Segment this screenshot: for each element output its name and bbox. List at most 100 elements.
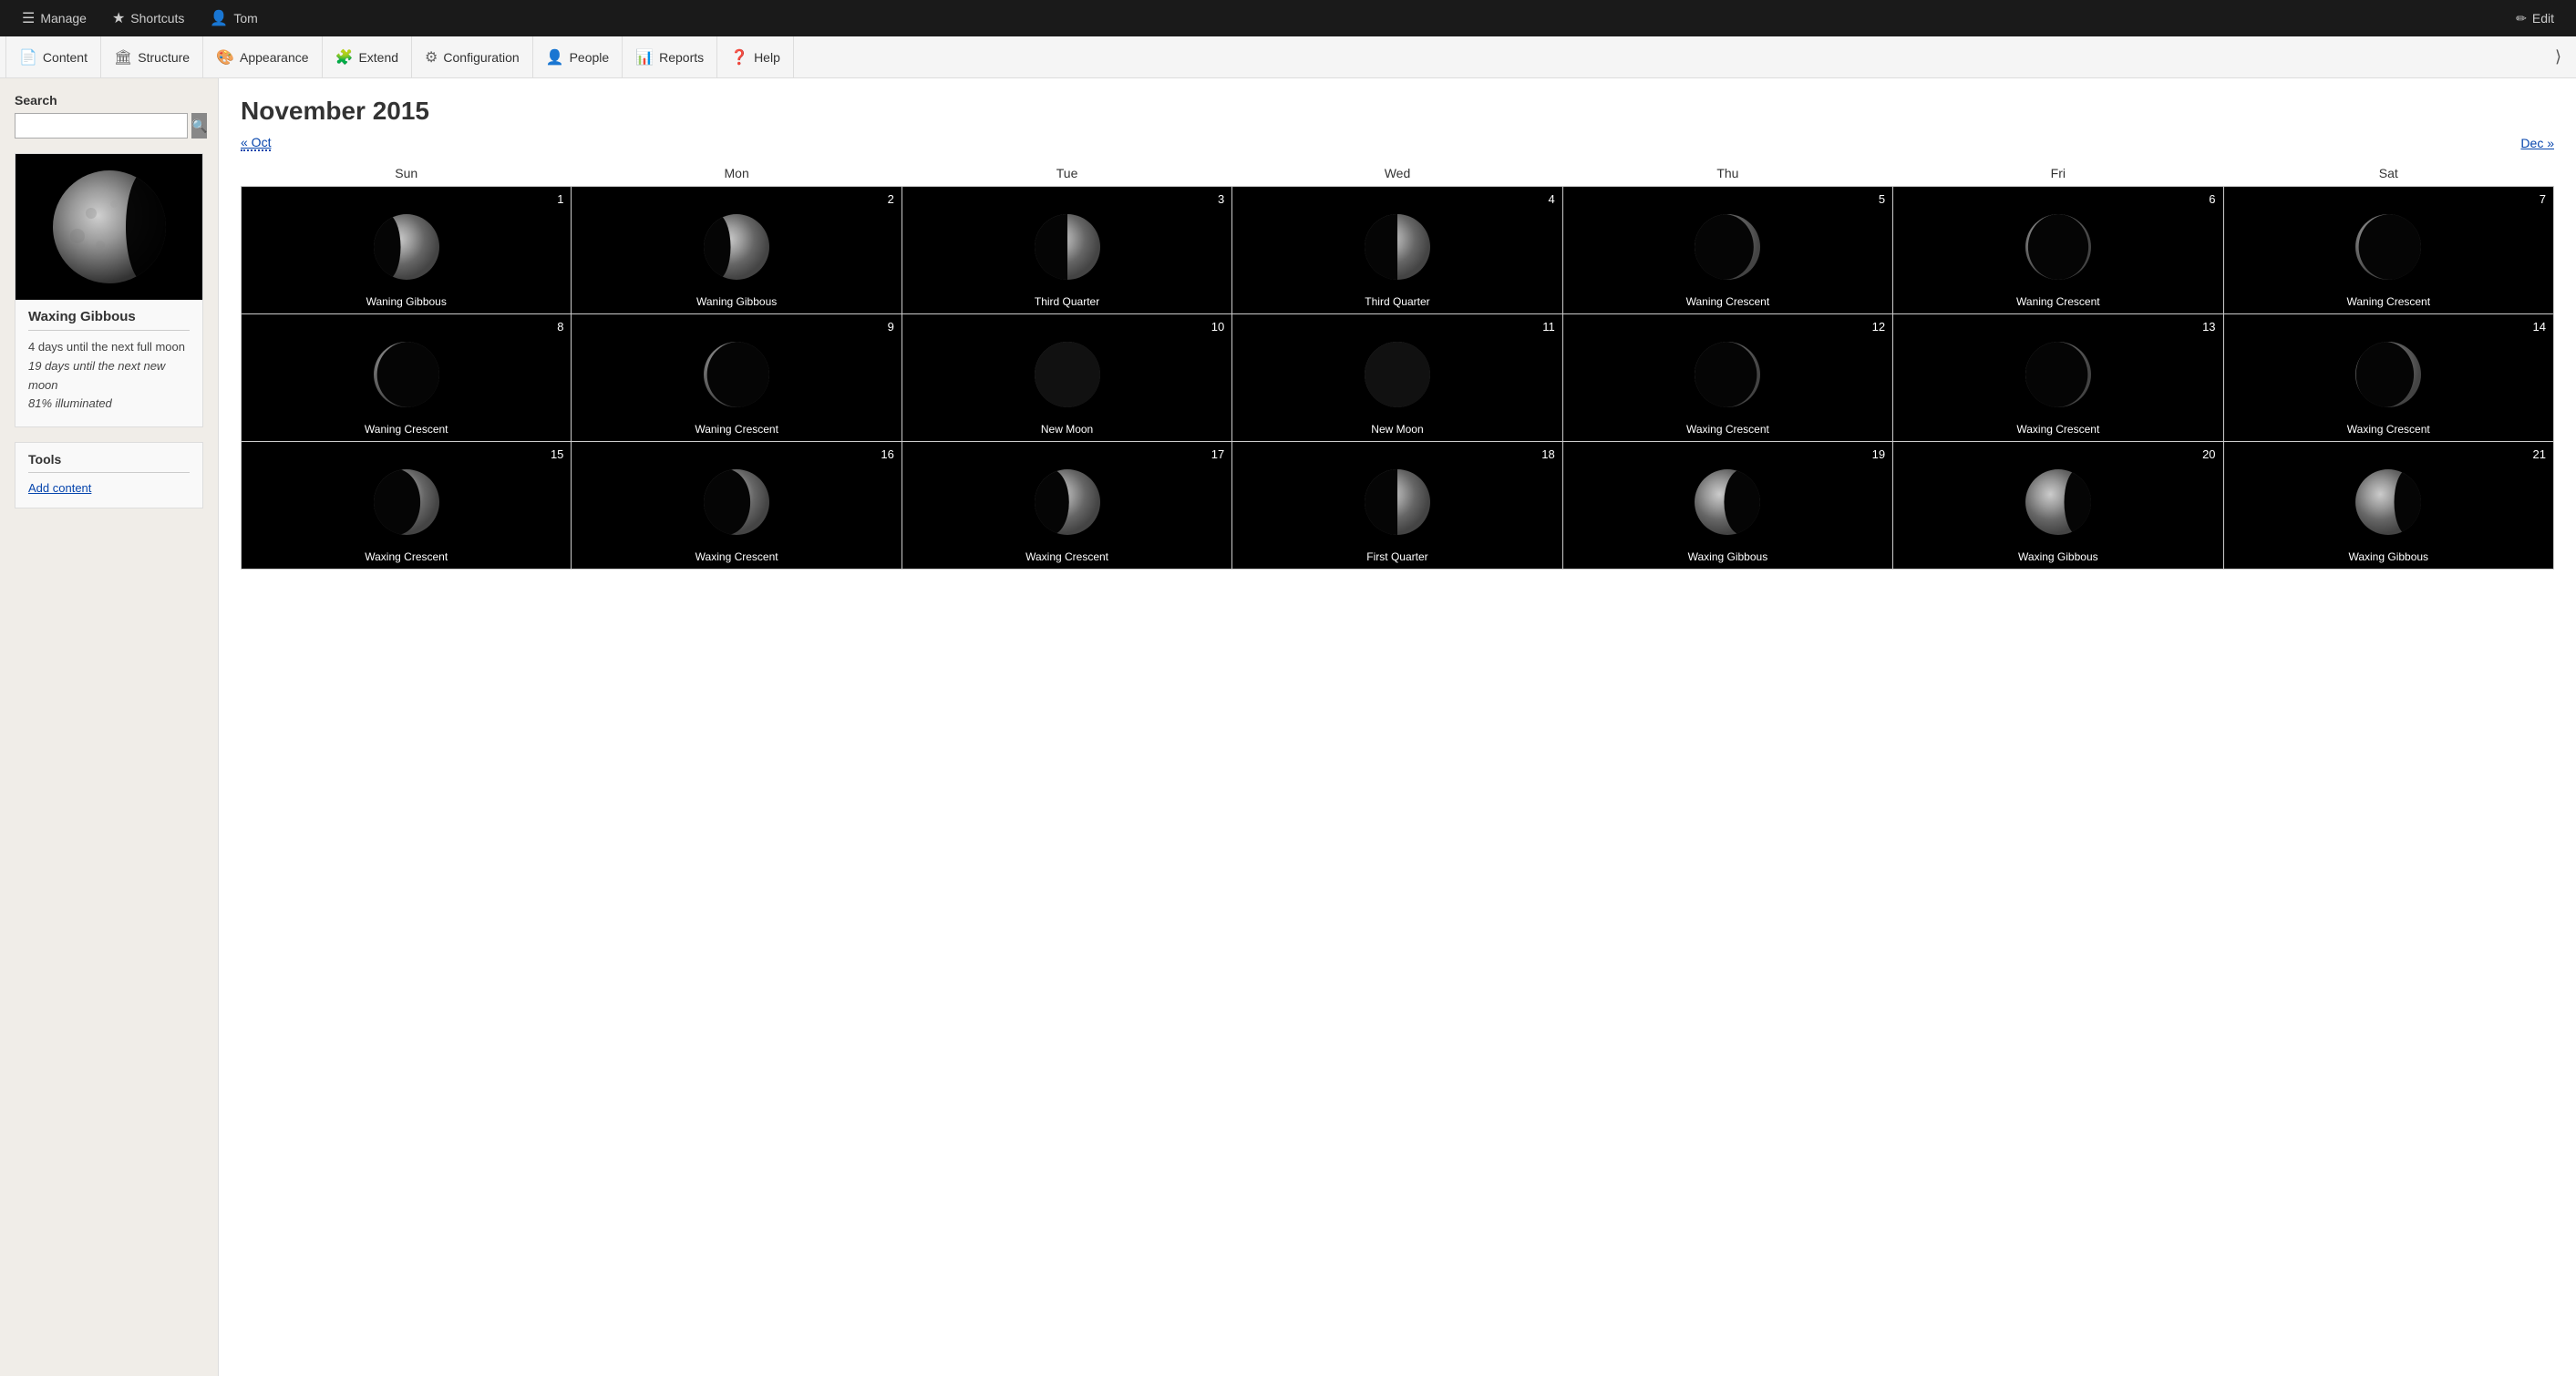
nav-help[interactable]: ❓ Help [717, 36, 794, 77]
shortcuts-menu[interactable]: ★ Shortcuts [99, 0, 197, 36]
search-label: Search [15, 93, 203, 108]
table-row[interactable]: 18 First Quarter [1232, 442, 1562, 570]
people-icon: 👤 [546, 48, 564, 67]
moon-phase-image [1361, 466, 1434, 539]
moon-phase-image [2022, 338, 2095, 411]
nav-structure[interactable]: 🏛 Structure [101, 36, 203, 77]
add-content-link[interactable]: Add content [28, 481, 91, 495]
user-menu[interactable]: 👤 Tom [197, 0, 270, 36]
day-number: 20 [2202, 447, 2215, 461]
moon-phase-image [1361, 211, 1434, 283]
edit-label: Edit [2532, 11, 2554, 26]
table-row[interactable]: 13 Waxing Crescent [1893, 314, 2223, 442]
table-row[interactable]: 10 New Moon [902, 314, 1231, 442]
table-row[interactable]: 20 Waxing Gibbous [1893, 442, 2223, 570]
moon-phase-image [1031, 338, 1104, 411]
day-number: 16 [881, 447, 893, 461]
phase-label: Third Quarter [1232, 295, 1561, 308]
main-layout: Search 🔍 [0, 78, 2576, 1376]
nav-people[interactable]: 👤 People [533, 36, 623, 77]
table-row[interactable]: 1 Waning Gibbous [242, 187, 572, 314]
menu-icon: ☰ [22, 9, 35, 27]
nav-extend[interactable]: 🧩 Extend [323, 36, 413, 77]
configuration-label: Configuration [443, 50, 519, 65]
calendar-title: November 2015 [241, 97, 2554, 126]
table-row[interactable]: 5 Waning Crescent [1562, 187, 1892, 314]
table-row[interactable]: 6 Waning Crescent [1893, 187, 2223, 314]
moon-info: Waxing Gibbous 4 days until the next ful… [15, 300, 202, 426]
moon-phase-image [700, 466, 773, 539]
phase-label: Third Quarter [902, 295, 1231, 308]
day-number: 1 [557, 192, 563, 206]
reports-label: Reports [659, 50, 704, 65]
day-number: 7 [2540, 192, 2546, 206]
people-label: People [570, 50, 610, 65]
moon-phase-image [2022, 211, 2095, 283]
nav-appearance[interactable]: 🎨 Appearance [203, 36, 322, 77]
table-row[interactable]: 11 New Moon [1232, 314, 1562, 442]
configuration-icon: ⚙ [425, 48, 438, 67]
moon-svg [50, 168, 169, 286]
table-row[interactable]: 3 Third Quarter [902, 187, 1231, 314]
day-number: 17 [1211, 447, 1224, 461]
search-button[interactable]: 🔍 [191, 113, 207, 139]
day-number: 2 [888, 192, 894, 206]
nav-content[interactable]: 📄 Content [5, 36, 101, 77]
prev-month-link[interactable]: « Oct [241, 135, 271, 151]
phase-label: Waning Gibbous [572, 295, 901, 308]
help-label: Help [754, 50, 780, 65]
table-row[interactable]: 16 Waxing Crescent [572, 442, 902, 570]
moon-phase-image [370, 466, 443, 539]
content-icon: 📄 [19, 48, 37, 67]
calendar-area: November 2015 « Oct Dec » Sun Mon Tue We… [219, 78, 2576, 1376]
table-row[interactable]: 21 Waxing Gibbous [2223, 442, 2553, 570]
search-input[interactable] [15, 113, 188, 139]
appearance-icon: 🎨 [216, 48, 234, 67]
header-wed: Wed [1232, 160, 1562, 187]
phase-label: Waning Crescent [572, 423, 901, 436]
phase-label: Waxing Crescent [1563, 423, 1892, 436]
moon-phase-image [700, 338, 773, 411]
phase-label: Waning Crescent [1893, 295, 2222, 308]
tools-section: Tools Add content [15, 442, 203, 508]
calendar-table: Sun Mon Tue Wed Thu Fri Sat 1 [241, 160, 2554, 570]
moon-image [15, 154, 202, 300]
nav-configuration[interactable]: ⚙ Configuration [412, 36, 533, 77]
table-row[interactable]: 17 Waxing Crescent [902, 442, 1231, 570]
moon-phase-image [1031, 466, 1104, 539]
moon-stat-full: 4 days until the next full moon [28, 338, 190, 357]
table-row[interactable]: 8 Waning Crescent [242, 314, 572, 442]
phase-label: Waxing Crescent [572, 550, 901, 563]
edit-button[interactable]: ✏ Edit [2503, 11, 2567, 26]
secondary-nav: 📄 Content 🏛 Structure 🎨 Appearance 🧩 Ext… [0, 36, 2576, 78]
extend-label: Extend [358, 50, 398, 65]
collapse-sidebar-button[interactable]: ⟩ [2546, 47, 2571, 67]
header-sat: Sat [2223, 160, 2553, 187]
table-row[interactable]: 12 Waxing Crescent [1562, 314, 1892, 442]
extend-icon: 🧩 [335, 48, 354, 67]
next-month-link[interactable]: Dec » [2520, 136, 2554, 150]
moon-phase-image [1031, 211, 1104, 283]
table-row[interactable]: 9 Waning Crescent [572, 314, 902, 442]
day-number: 6 [2209, 192, 2215, 206]
moon-phase-image [370, 338, 443, 411]
sidebar: Search 🔍 [0, 78, 219, 1376]
nav-reports[interactable]: 📊 Reports [623, 36, 717, 77]
calendar-nav: « Oct Dec » [241, 135, 2554, 151]
phase-label: Waxing Crescent [242, 550, 571, 563]
table-row[interactable]: 7 Waning Crescent [2223, 187, 2553, 314]
appearance-label: Appearance [240, 50, 309, 65]
moon-phase-title: Waxing Gibbous [28, 309, 190, 331]
phase-label: Waning Crescent [2224, 295, 2553, 308]
table-row[interactable]: 19 Waxing Gibbous [1562, 442, 1892, 570]
structure-icon: 🏛 [114, 48, 132, 67]
header-thu: Thu [1562, 160, 1892, 187]
table-row[interactable]: 14 Waxing Crescent [2223, 314, 2553, 442]
table-row[interactable]: 15 Waxing Crescent [242, 442, 572, 570]
search-row: 🔍 [15, 113, 203, 139]
moon-phase-image [700, 211, 773, 283]
day-number: 3 [1218, 192, 1224, 206]
table-row[interactable]: 4 Third Quarter [1232, 187, 1562, 314]
table-row[interactable]: 2 Waning Gibbous [572, 187, 902, 314]
manage-menu[interactable]: ☰ Manage [9, 0, 99, 36]
